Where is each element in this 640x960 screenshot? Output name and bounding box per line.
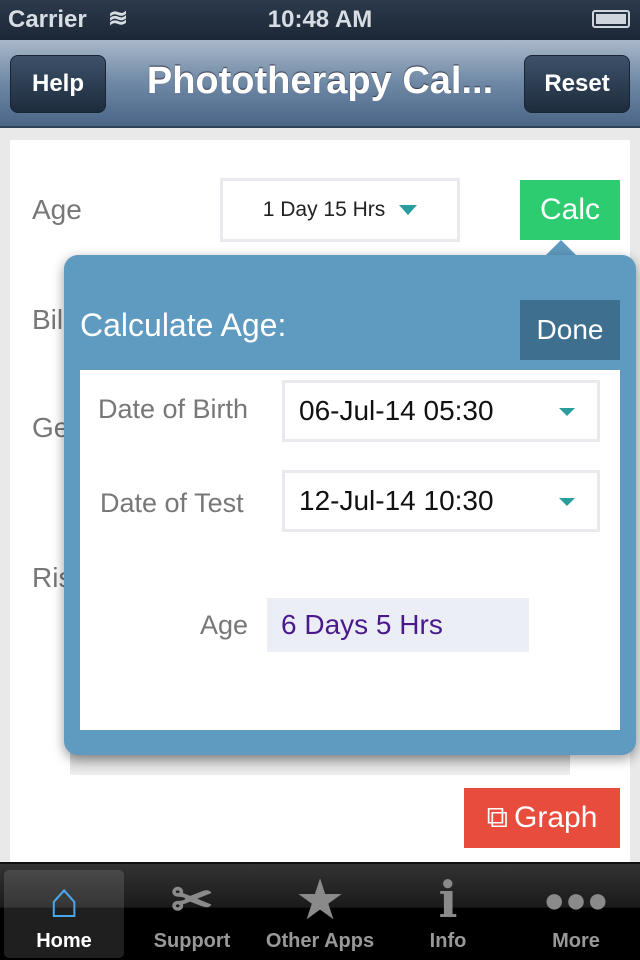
dropdown-arrow-icon (559, 408, 575, 416)
star-icon: ★ (297, 872, 343, 928)
bilirubin-label: Bil (32, 304, 64, 335)
tab-label: Other Apps (265, 930, 375, 952)
popover-arrow (545, 240, 577, 256)
calculate-age-popover: Calculate Age: Done Date of Birth 06-Jul… (64, 255, 636, 755)
age-result-label: Age (200, 610, 249, 640)
dropdown-arrow-icon (399, 205, 418, 215)
tab-other-apps[interactable]: ★ Other Apps (260, 870, 380, 958)
help-button[interactable]: Help (10, 55, 106, 113)
age-dropdown[interactable]: 1 Day 15 Hrs (220, 178, 460, 242)
clock: 10:48 AM (267, 6, 373, 33)
home-icon: ⌂ (48, 872, 80, 928)
info-icon: i (438, 870, 458, 929)
popover-body: Date of Birth 06-Jul-14 05:30 Date of Te… (80, 370, 620, 730)
tools-icon: ✂ (171, 872, 213, 928)
tab-label: Support (153, 930, 231, 952)
tab-support[interactable]: ✂ Support (132, 870, 252, 958)
tab-bar: ⌂ Home ✂ Support ★ Other Apps i Info ●●● More (0, 862, 640, 960)
tab-more[interactable]: ●●● More (516, 870, 636, 958)
external-link-icon: ⧉ (486, 801, 509, 834)
tab-label: Home (36, 930, 92, 952)
popover-title: Calculate Age: (80, 307, 287, 343)
dob-label: Date of Birth (98, 394, 249, 424)
tab-info[interactable]: i Info (388, 870, 508, 958)
dob-dropdown[interactable]: 06-Jul-14 05:30 (282, 380, 600, 442)
dob-value: 06-Jul-14 05:30 (299, 395, 494, 426)
age-result: 6 Days 5 Hrs (267, 598, 529, 652)
status-bar: Carrier ≋ 10:48 AM (0, 0, 640, 40)
dot-value: 12-Jul-14 10:30 (299, 485, 494, 516)
done-button[interactable]: Done (520, 300, 620, 360)
tab-home[interactable]: ⌂ Home (4, 870, 124, 958)
dot-label: Date of Test (100, 488, 244, 518)
age-label: Age (32, 194, 82, 225)
more-icon: ●●● (543, 879, 609, 920)
battery-icon (592, 10, 630, 28)
page-title: Phototherapy Cal... (146, 60, 494, 102)
nav-bar: Help Phototherapy Cal... Reset (0, 40, 640, 128)
calc-button[interactable]: Calc (520, 180, 620, 240)
dropdown-arrow-icon (559, 498, 575, 506)
graph-label: Graph (514, 801, 598, 834)
tab-label: More (552, 930, 600, 952)
dot-dropdown[interactable]: 12-Jul-14 10:30 (282, 470, 600, 532)
age-value: 1 Day 15 Hrs (262, 198, 386, 221)
graph-button[interactable]: ⧉ Graph (464, 788, 620, 848)
tab-label: Info (429, 930, 467, 952)
reset-button[interactable]: Reset (524, 55, 630, 113)
